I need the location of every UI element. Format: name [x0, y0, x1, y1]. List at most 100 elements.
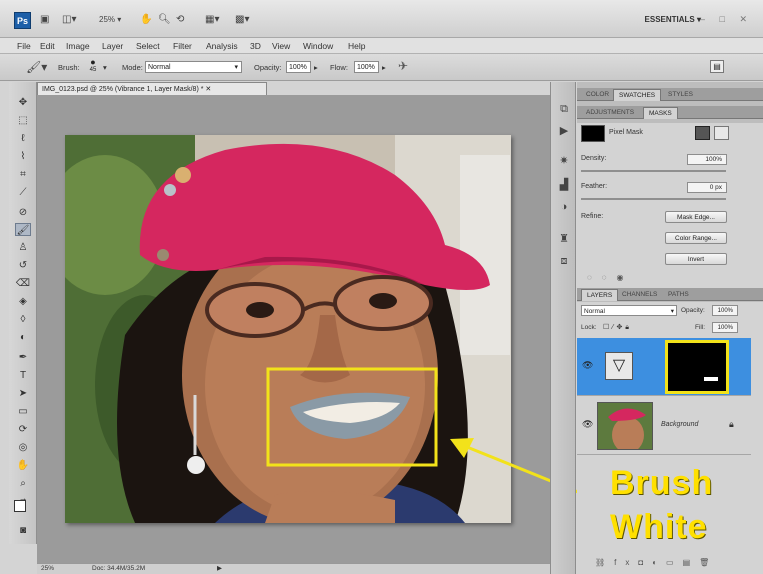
menu-analysis[interactable]: Analysis	[206, 41, 238, 51]
tab-channels[interactable]: CHANNELS	[617, 289, 662, 301]
layer-row-adjustment[interactable]: 👁︎ ▽	[577, 338, 751, 396]
bridge-icon[interactable]: ▣	[40, 13, 49, 27]
lasso-tool-icon[interactable]: ℓ	[15, 132, 31, 145]
menu-view[interactable]: View	[272, 41, 290, 51]
mask-footer-icons[interactable]: ◌◌◉	[587, 273, 634, 282]
density-label: Density:	[581, 155, 607, 162]
window-controls[interactable]: – □ ✕	[700, 14, 753, 25]
layers-footer-icons[interactable]: ⛓fx◘◐▭▤🗑︎	[595, 558, 718, 567]
flow-slider-arrow-icon[interactable]: ▸	[382, 63, 386, 72]
pixel-mask-button[interactable]	[695, 126, 710, 140]
layer-mask-thumbnail[interactable]	[665, 340, 729, 394]
menu-image[interactable]: Image	[66, 41, 90, 51]
status-arrow-icon[interactable]: ▶	[217, 564, 222, 572]
mode-select[interactable]: Normal ▾	[145, 61, 242, 73]
foreground-color-swatch[interactable]	[14, 500, 26, 512]
layer-opacity-input[interactable]: 100%	[712, 305, 738, 316]
color-range-button[interactable]: Color Range...	[665, 232, 727, 244]
path-selection-tool-icon[interactable]: ➤	[15, 387, 31, 400]
zoom-level-dropdown[interactable]: 25% ▾	[99, 13, 121, 27]
brush-picker-arrow-icon[interactable]: ▾	[103, 63, 107, 72]
brush-panel-icon[interactable]: ♜	[556, 232, 572, 246]
feather-slider[interactable]	[581, 198, 726, 200]
history-panel-icon[interactable]: ⧉	[556, 102, 572, 116]
visibility-eye-icon[interactable]: 👁︎	[582, 419, 593, 430]
menu-help[interactable]: Help	[348, 41, 365, 51]
menu-select[interactable]: Select	[136, 41, 160, 51]
fill-input[interactable]: 100%	[712, 322, 738, 333]
type-tool-icon[interactable]: T	[15, 369, 31, 382]
workspace-switcher[interactable]: ESSENTIALS ▾	[645, 15, 701, 24]
info-panel-icon[interactable]: ◑	[556, 200, 572, 214]
pen-tool-icon[interactable]: ✒︎	[15, 351, 31, 364]
menu-window[interactable]: Window	[303, 41, 333, 51]
adjustments-panel-icon[interactable]: ✷	[556, 154, 572, 168]
eraser-tool-icon[interactable]: ⌫	[15, 277, 31, 290]
status-zoom[interactable]: 25%	[41, 565, 54, 572]
refine-label: Refine:	[581, 213, 604, 220]
mask-edge-button[interactable]: Mask Edge...	[665, 211, 727, 223]
opacity-slider-arrow-icon[interactable]: ▸	[314, 63, 318, 72]
brush-tool-preset-icon[interactable]: 🖌︎▾	[26, 60, 47, 74]
view-extras-icon[interactable]: ◫▾	[62, 13, 76, 27]
tab-paths[interactable]: PATHS	[663, 289, 694, 301]
masks-panel: Pixel Mask Density: 100% Feather: 0 px R…	[577, 123, 763, 299]
tab-layers[interactable]: LAYERS	[581, 289, 619, 301]
density-input[interactable]: 100%	[687, 154, 727, 165]
shape-tool-icon[interactable]: ▭	[15, 405, 31, 418]
vector-mask-button[interactable]	[714, 126, 729, 140]
menu-edit[interactable]: Edit	[40, 41, 55, 51]
zoom-tool-icon[interactable]: ⌕	[15, 477, 31, 490]
panel-icon-strip: ⧉ ▶ ✷ ▟ ◑ ♜ ⧈	[550, 82, 576, 574]
lock-icons[interactable]: ☐⁄✥🔒︎	[603, 323, 632, 332]
clone-stamp-tool-icon[interactable]: ♙	[15, 241, 31, 254]
brush-label: Brush:	[58, 63, 80, 72]
layer-name-background[interactable]: Background	[661, 421, 698, 428]
invert-button[interactable]: Invert	[665, 253, 727, 265]
density-slider[interactable]	[581, 170, 726, 172]
mode-select-value: Normal	[148, 64, 171, 71]
menu-layer[interactable]: Layer	[102, 41, 123, 51]
opacity-input[interactable]: 100%	[286, 61, 311, 73]
hand-tool-icon[interactable]: ✋	[140, 13, 152, 27]
zoom-tool-icon[interactable]: 🔍︎	[158, 13, 171, 27]
3d-rotate-tool-icon[interactable]: ⟳	[15, 423, 31, 436]
healing-brush-tool-icon[interactable]: ⊘	[15, 206, 31, 219]
blur-tool-icon[interactable]: ◊	[15, 313, 31, 326]
tab-masks[interactable]: MASKS	[643, 107, 678, 119]
layer-row-background[interactable]: 👁︎ Background 🔒︎	[577, 397, 751, 455]
history-brush-tool-icon[interactable]: ↺	[15, 259, 31, 272]
quick-mask-icon[interactable]: ◙	[15, 524, 31, 537]
flow-input[interactable]: 100%	[354, 61, 379, 73]
histogram-panel-icon[interactable]: ▟	[556, 178, 572, 192]
brush-size-picker[interactable]: ● 45	[86, 58, 100, 74]
tab-color[interactable]: COLOR	[581, 89, 614, 101]
quick-selection-tool-icon[interactable]: ⌇	[15, 150, 31, 163]
screen-mode-icon[interactable]: ▩▾	[235, 13, 249, 27]
document-tab[interactable]: IMG_0123.psd @ 25% (Vibrance 1, Layer Ma…	[37, 82, 267, 95]
arrange-documents-icon[interactable]: ▦▾	[205, 13, 219, 27]
paint-bucket-tool-icon[interactable]: ◈	[15, 295, 31, 308]
actions-panel-icon[interactable]: ▶	[556, 124, 572, 138]
hand-tool-icon[interactable]: ✋	[15, 459, 31, 472]
rotate-view-icon[interactable]: ⟲	[176, 13, 184, 27]
menu-file[interactable]: File	[17, 41, 31, 51]
visibility-eye-icon[interactable]: 👁︎	[582, 360, 593, 371]
marquee-tool-icon[interactable]: ⬚	[15, 114, 31, 127]
brush-tool-icon[interactable]: 🖌︎	[15, 223, 31, 236]
feather-input[interactable]: 0 px	[687, 182, 727, 193]
dodge-tool-icon[interactable]: ◐	[15, 331, 31, 344]
tab-swatches[interactable]: SWATCHES	[613, 89, 662, 101]
panel-toggle-icon[interactable]: ▤	[710, 60, 724, 73]
3d-orbit-tool-icon[interactable]: ◎	[15, 441, 31, 454]
blend-mode-select[interactable]: Normal ▾	[581, 305, 677, 316]
move-tool-icon[interactable]: ✥	[15, 96, 31, 109]
tab-styles[interactable]: STYLES	[663, 89, 698, 101]
menu-3d[interactable]: 3D	[250, 41, 261, 51]
clone-source-icon[interactable]: ⧈	[556, 254, 572, 268]
menu-filter[interactable]: Filter	[173, 41, 192, 51]
eyedropper-tool-icon[interactable]: ⟋	[15, 186, 31, 199]
airbrush-icon[interactable]: ✈︎	[398, 59, 408, 73]
tab-adjustments[interactable]: ADJUSTMENTS	[581, 107, 639, 119]
crop-tool-icon[interactable]: ⌗	[15, 168, 31, 181]
